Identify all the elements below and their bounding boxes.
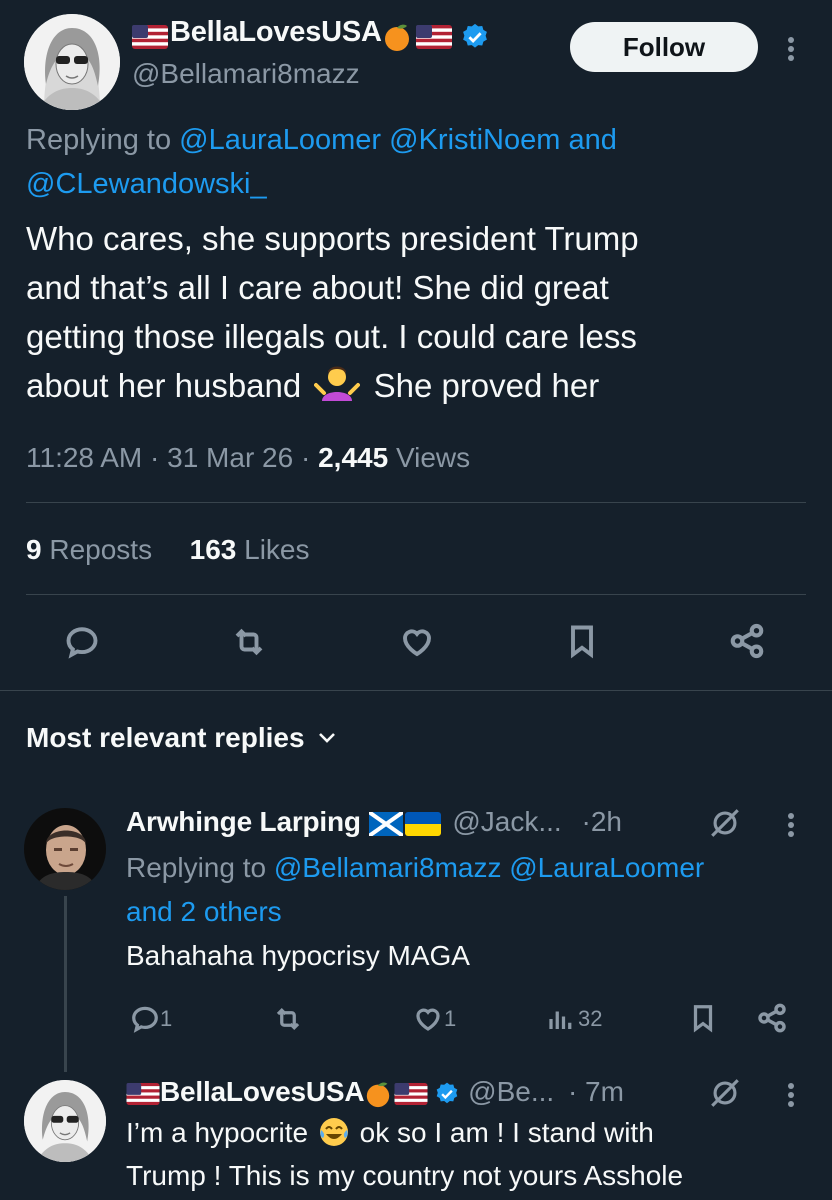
orange-icon (367, 1082, 390, 1107)
replying-to-others[interactable]: and 2 others (126, 890, 282, 934)
us-flag-icon (394, 1082, 428, 1105)
reply-author-handle[interactable]: @Jack... (452, 806, 561, 837)
reply-author-handle[interactable]: @Be... (468, 1076, 554, 1107)
tweet-date[interactable]: 31 Mar 26 (167, 442, 293, 473)
replying-to-mentions[interactable]: @Bellamari8mazz @LauraLoomer (274, 852, 704, 883)
tweet-text-segment: She proved her (373, 367, 600, 404)
more-options-icon[interactable] (788, 810, 794, 840)
tweet-meta: 11:28 AM · 31 Mar 26 · 2,445 Views (26, 442, 471, 473)
share-icon (758, 1003, 786, 1033)
reply-text-segment: I’m a hypocrite (126, 1117, 309, 1148)
avatar[interactable] (24, 14, 120, 110)
tweet-text-segment: about her husband (26, 367, 302, 404)
reposts-count[interactable]: 9 (26, 534, 42, 565)
author-handle[interactable]: @Bellamari8mazz (132, 58, 360, 90)
replying-to-line: Replying to @LauraLoomer @KristiNoem and (26, 118, 617, 162)
share-icon (730, 623, 764, 659)
ukraine-flag-icon (404, 811, 441, 836)
grok-icon[interactable] (708, 1076, 742, 1110)
reply-bookmark-button[interactable] (688, 1002, 718, 1039)
us-flag-icon (126, 1082, 160, 1105)
likes-count[interactable]: 163 (190, 534, 237, 565)
reply-views-button[interactable]: 32 (546, 1004, 602, 1034)
laughing-tears-emoji-icon (319, 1118, 348, 1146)
shrug-emoji-icon (314, 366, 361, 401)
reply-author-name[interactable]: Arwhinge Larping (126, 806, 361, 837)
reply-count: 1 (160, 1006, 173, 1031)
replies-sort-dropdown[interactable]: Most relevant replies (26, 722, 339, 754)
reply-like-button[interactable]: 1 (412, 1004, 456, 1034)
views-chart-icon (549, 1011, 572, 1029)
tweet-text-line: Who cares, she supports president Trump (26, 220, 639, 257)
replying-to-prefix: Replying to (126, 852, 267, 883)
reply-replying-to: Replying to @Bellamari8mazz @LauraLoomer (126, 846, 704, 890)
reply-text-line: Trump ! This is my country not yours Ass… (126, 1160, 684, 1191)
us-flag-icon (132, 24, 168, 49)
us-flag-icon (415, 24, 452, 49)
reply-time[interactable]: ·2h (582, 806, 622, 837)
reply-reply-button[interactable]: 1 (130, 1004, 172, 1034)
replying-to-mention-extra[interactable]: @CLewandowski_ (26, 162, 267, 206)
heart-icon (416, 1008, 440, 1031)
replying-to-mentions[interactable]: @LauraLoomer @KristiNoem and (179, 124, 617, 156)
reply-icon (132, 1006, 158, 1033)
orange-icon (384, 24, 409, 51)
replies-sort-label: Most relevant replies (26, 722, 305, 753)
grok-icon[interactable] (708, 806, 742, 840)
thread-line (64, 896, 67, 1072)
replying-to-prefix: Replying to (26, 124, 172, 156)
scotland-flag-icon (368, 811, 403, 836)
reply-time[interactable]: · 7m (568, 1076, 624, 1107)
tweet-text-line: getting those illegals out. I could care… (26, 318, 637, 355)
tweet-text: Who cares, she supports president Trump … (26, 214, 816, 410)
reply-text-segment: ok so I am ! I stand with (359, 1117, 654, 1148)
reply-text: Bahahaha hypocrisy MAGA (126, 940, 470, 971)
like-button[interactable] (398, 624, 436, 665)
heart-icon (403, 629, 431, 657)
divider (26, 502, 806, 503)
avatar[interactable] (24, 808, 106, 890)
reply-author-row: Arwhinge Larping @Jack... ·2h (126, 806, 622, 838)
bookmark-icon (571, 625, 593, 659)
verified-badge-icon (437, 1082, 458, 1103)
author-name-row[interactable]: BellaLovesUSA (132, 16, 490, 56)
reply-author-row: BellaLovesUSA @Be... · 7m (126, 1076, 624, 1108)
reply-share-button[interactable] (756, 1002, 788, 1039)
repost-icon (235, 628, 263, 656)
chevron-down-icon (319, 733, 335, 743)
share-button[interactable] (728, 622, 766, 665)
tweet-text-line: about her husband She proved her (26, 361, 816, 410)
reply-author-name[interactable]: BellaLovesUSA (160, 1076, 365, 1107)
bookmark-icon (693, 1005, 713, 1033)
views-label: Views (395, 442, 471, 473)
reply-repost-button[interactable] (272, 1004, 304, 1039)
view-count: 32 (578, 1006, 603, 1031)
divider (26, 594, 806, 595)
reply-icon (66, 627, 98, 659)
verified-badge-icon (462, 23, 487, 48)
divider (0, 690, 832, 691)
reply-button[interactable] (64, 624, 100, 665)
follow-button[interactable]: Follow (570, 22, 758, 72)
author-display-name[interactable]: BellaLovesUSA (170, 16, 382, 48)
repost-button[interactable] (230, 624, 268, 665)
like-count: 1 (444, 1006, 457, 1031)
views-count[interactable]: 2,445 (318, 442, 388, 473)
more-options-icon[interactable] (788, 34, 794, 64)
bookmark-button[interactable] (564, 622, 600, 665)
avatar[interactable] (24, 1080, 106, 1162)
tweet-time[interactable]: 11:28 AM (26, 442, 142, 473)
more-options-icon[interactable] (788, 1080, 794, 1110)
likes-label[interactable]: Likes (244, 534, 309, 565)
repost-icon (276, 1007, 300, 1031)
engagement-counts: 9 Reposts 163 Likes (26, 534, 310, 566)
reply-text: I’m a hypocrite ok so I am ! I stand wit… (126, 1116, 654, 1149)
reposts-label[interactable]: Reposts (49, 534, 152, 565)
tweet-text-line: and that’s all I care about! She did gre… (26, 269, 609, 306)
